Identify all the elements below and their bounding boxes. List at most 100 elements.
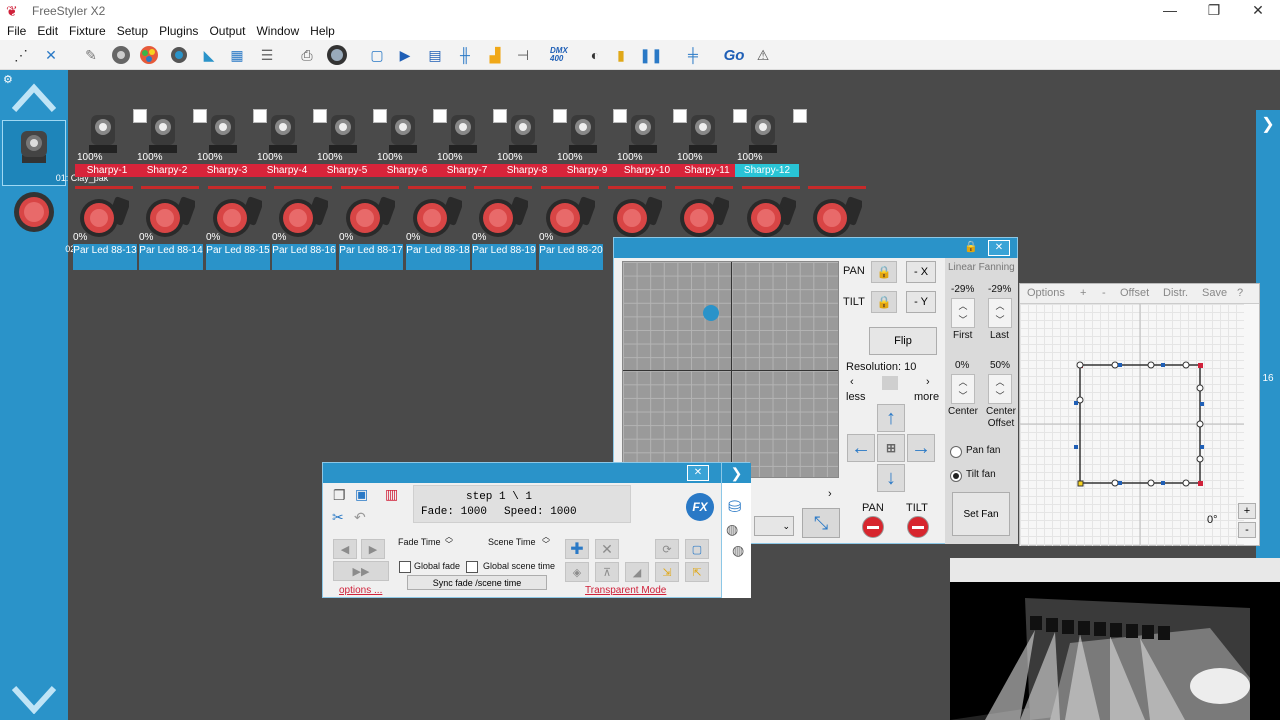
tilt-lock-icon[interactable]: 🔒 bbox=[871, 291, 897, 313]
warning-icon[interactable]: ⚠ bbox=[752, 44, 774, 66]
add-point-menu[interactable]: + bbox=[1080, 287, 1086, 299]
help-menu[interactable]: ? bbox=[1237, 287, 1243, 299]
close-cue-button[interactable]: ✕ bbox=[687, 465, 709, 481]
dmx-icon[interactable]: DMX 400 bbox=[550, 44, 576, 66]
moving-head-small-icon-2[interactable]: ◍ bbox=[732, 542, 751, 559]
close-button[interactable]: ✕ bbox=[1236, 0, 1280, 22]
previous-step-icon[interactable]: ◀ bbox=[333, 539, 357, 559]
expand-chevron-icon[interactable]: ❯ bbox=[1256, 114, 1280, 134]
export-icon[interactable]: ⇱ bbox=[685, 562, 709, 582]
cut-icon[interactable]: ✂ bbox=[332, 509, 344, 526]
expand-cue-chevron-icon[interactable]: ❯ bbox=[722, 463, 751, 483]
fixture-group-kool-lig[interactable]: 02: Kool Lig bbox=[2, 190, 113, 256]
pan-tilt-grid[interactable] bbox=[622, 261, 839, 478]
move-left-icon[interactable]: ← bbox=[847, 434, 875, 462]
keyboard-icon[interactable]: ▤ bbox=[424, 44, 446, 66]
scroll-up-chevron-icon[interactable] bbox=[12, 82, 56, 112]
moving-head-icon[interactable] bbox=[168, 44, 190, 66]
par-led-fixture[interactable]: 0% Par Led 88-17 bbox=[339, 186, 403, 271]
refresh-icon[interactable]: ⟳ bbox=[655, 539, 679, 559]
options-link[interactable]: options ... bbox=[339, 585, 382, 596]
move-up-icon[interactable]: ↑ bbox=[877, 404, 905, 432]
sharpy-fixture[interactable]: 100% Sharpy-7 bbox=[435, 109, 507, 187]
menu-window[interactable]: Window bbox=[256, 24, 299, 38]
sharpy-fixture[interactable]: 100% Sharpy-6 bbox=[375, 109, 447, 187]
pen-icon[interactable]: ✎ bbox=[80, 44, 102, 66]
par-led-fixture[interactable]: 0% Par Led 88-16 bbox=[272, 186, 336, 271]
distribute-menu[interactable]: Distr. bbox=[1163, 287, 1188, 299]
global-fade-checkbox[interactable] bbox=[399, 561, 411, 573]
center-icon[interactable]: ⊞ bbox=[877, 434, 905, 462]
set-fan-button[interactable]: Set Fan bbox=[952, 492, 1010, 536]
fan-mode-icon[interactable]: ⤡ bbox=[802, 508, 840, 538]
next-step-icon[interactable]: ▶ bbox=[361, 539, 385, 559]
play-icon[interactable]: ▶ bbox=[394, 44, 416, 66]
sharpy-fixture[interactable]: 100% Sharpy-4 bbox=[255, 109, 327, 187]
sharpy-fixture[interactable]: 100% Sharpy-11 bbox=[675, 109, 747, 187]
options-menu[interactable]: Options bbox=[1027, 287, 1065, 299]
menu-edit[interactable]: Edit bbox=[37, 24, 58, 38]
first-spinner[interactable]: ︿ ﹀ bbox=[951, 298, 975, 328]
moving-head-small-icon[interactable]: ◍ bbox=[726, 521, 751, 538]
resolution-slider[interactable] bbox=[882, 376, 898, 390]
preset-dropdown[interactable]: ⌄ bbox=[754, 516, 794, 536]
center-spinner[interactable]: ︿ ﹀ bbox=[951, 374, 975, 404]
stop-pan-icon[interactable] bbox=[862, 516, 884, 538]
list-view-icon[interactable]: ☰ bbox=[256, 44, 278, 66]
shuffle-icon[interactable]: ✕ bbox=[40, 44, 62, 66]
menu-file[interactable]: File bbox=[7, 24, 26, 38]
tool-c-icon[interactable]: ◢ bbox=[625, 562, 649, 582]
zoom-out-button[interactable]: - bbox=[1238, 522, 1256, 538]
transparent-mode-link[interactable]: Transparent Mode bbox=[585, 585, 666, 596]
sharpy-fixture[interactable]: 100% Sharpy-1 bbox=[75, 109, 147, 187]
timer-icon[interactable] bbox=[326, 44, 348, 66]
bar-graph-icon[interactable]: ▟ bbox=[484, 44, 506, 66]
printer-icon[interactable]: ⎙ bbox=[296, 44, 318, 66]
offset-menu[interactable]: Offset bbox=[1120, 287, 1149, 299]
new-page-icon[interactable]: ▢ bbox=[685, 539, 709, 559]
tool-a-icon[interactable]: ◈ bbox=[565, 562, 589, 582]
par-led-fixture[interactable]: 0% Par Led 88-18 bbox=[406, 186, 470, 271]
sharpy-fixture[interactable]: 100% Sharpy-2 bbox=[135, 109, 207, 187]
fx-button[interactable]: FX bbox=[686, 493, 714, 521]
par-led-fixture[interactable]: 0% Par Led 88-14 bbox=[139, 186, 203, 271]
fog-machine-icon[interactable]: ⊣ bbox=[512, 44, 534, 66]
fixture-select-icon[interactable]: ⋰ bbox=[10, 44, 32, 66]
scroll-right-arrow-icon[interactable]: › bbox=[828, 488, 832, 500]
faders-icon[interactable]: ╫ bbox=[454, 44, 476, 66]
plugin-icon[interactable]: ◐ bbox=[584, 44, 606, 66]
menu-setup[interactable]: Setup bbox=[117, 24, 148, 38]
offset-spinner[interactable]: ︿ ﹀ bbox=[988, 374, 1012, 404]
close-pan-tilt-button[interactable]: ✕ bbox=[988, 240, 1010, 256]
cue-lists-icon[interactable]: ▮ bbox=[610, 44, 632, 66]
menu-fixture[interactable]: Fixture bbox=[69, 24, 106, 38]
menu-plugins[interactable]: Plugins bbox=[159, 24, 198, 38]
minimize-button[interactable]: — bbox=[1148, 0, 1192, 22]
par-led-fixture[interactable]: 0% Par Led 88-20 bbox=[539, 186, 603, 271]
sharpy-fixture[interactable]: 100% Sharpy-5 bbox=[315, 109, 387, 187]
fade-time-spinner[interactable]: ︿ ﹀ bbox=[445, 533, 453, 549]
color-wheel-icon[interactable] bbox=[138, 44, 160, 66]
fixture-group-clay-pak[interactable]: 01: Clay_pak bbox=[2, 120, 108, 186]
zoom-in-button[interactable]: + bbox=[1238, 503, 1256, 519]
fixture-select-checkbox[interactable] bbox=[793, 109, 807, 123]
lock-window-icon[interactable]: 🔒 bbox=[962, 240, 980, 256]
gobo-wheel-icon[interactable] bbox=[110, 44, 132, 66]
pause-icon[interactable]: ❚❚ bbox=[639, 44, 662, 66]
scroll-down-chevron-icon[interactable] bbox=[12, 684, 56, 714]
stop-tilt-icon[interactable] bbox=[907, 516, 929, 538]
menu-help[interactable]: Help bbox=[310, 24, 335, 38]
delete-icon[interactable]: ▥ bbox=[385, 486, 398, 503]
sharpy-fixture[interactable]: 100% Sharpy-8 bbox=[495, 109, 567, 187]
fan-curve-canvas[interactable] bbox=[1020, 304, 1244, 546]
add-step-icon[interactable]: ✚ bbox=[565, 539, 589, 559]
undo-icon[interactable]: ↶ bbox=[354, 509, 366, 526]
par-led-fixture[interactable]: 0% Par Led 88-15 bbox=[206, 186, 270, 271]
pan-lock-icon[interactable]: 🔒 bbox=[871, 261, 897, 283]
pan-fan-radio[interactable] bbox=[950, 446, 962, 458]
flip-button[interactable]: Flip bbox=[869, 327, 937, 355]
scene-time-spinner[interactable]: ︿ ﹀ bbox=[542, 533, 550, 549]
copy-icon[interactable]: ❐ bbox=[333, 487, 346, 504]
sliders-icon[interactable]: ╪ bbox=[682, 44, 704, 66]
sharpy-fixture[interactable]: 100% Sharpy-10 bbox=[615, 109, 687, 187]
